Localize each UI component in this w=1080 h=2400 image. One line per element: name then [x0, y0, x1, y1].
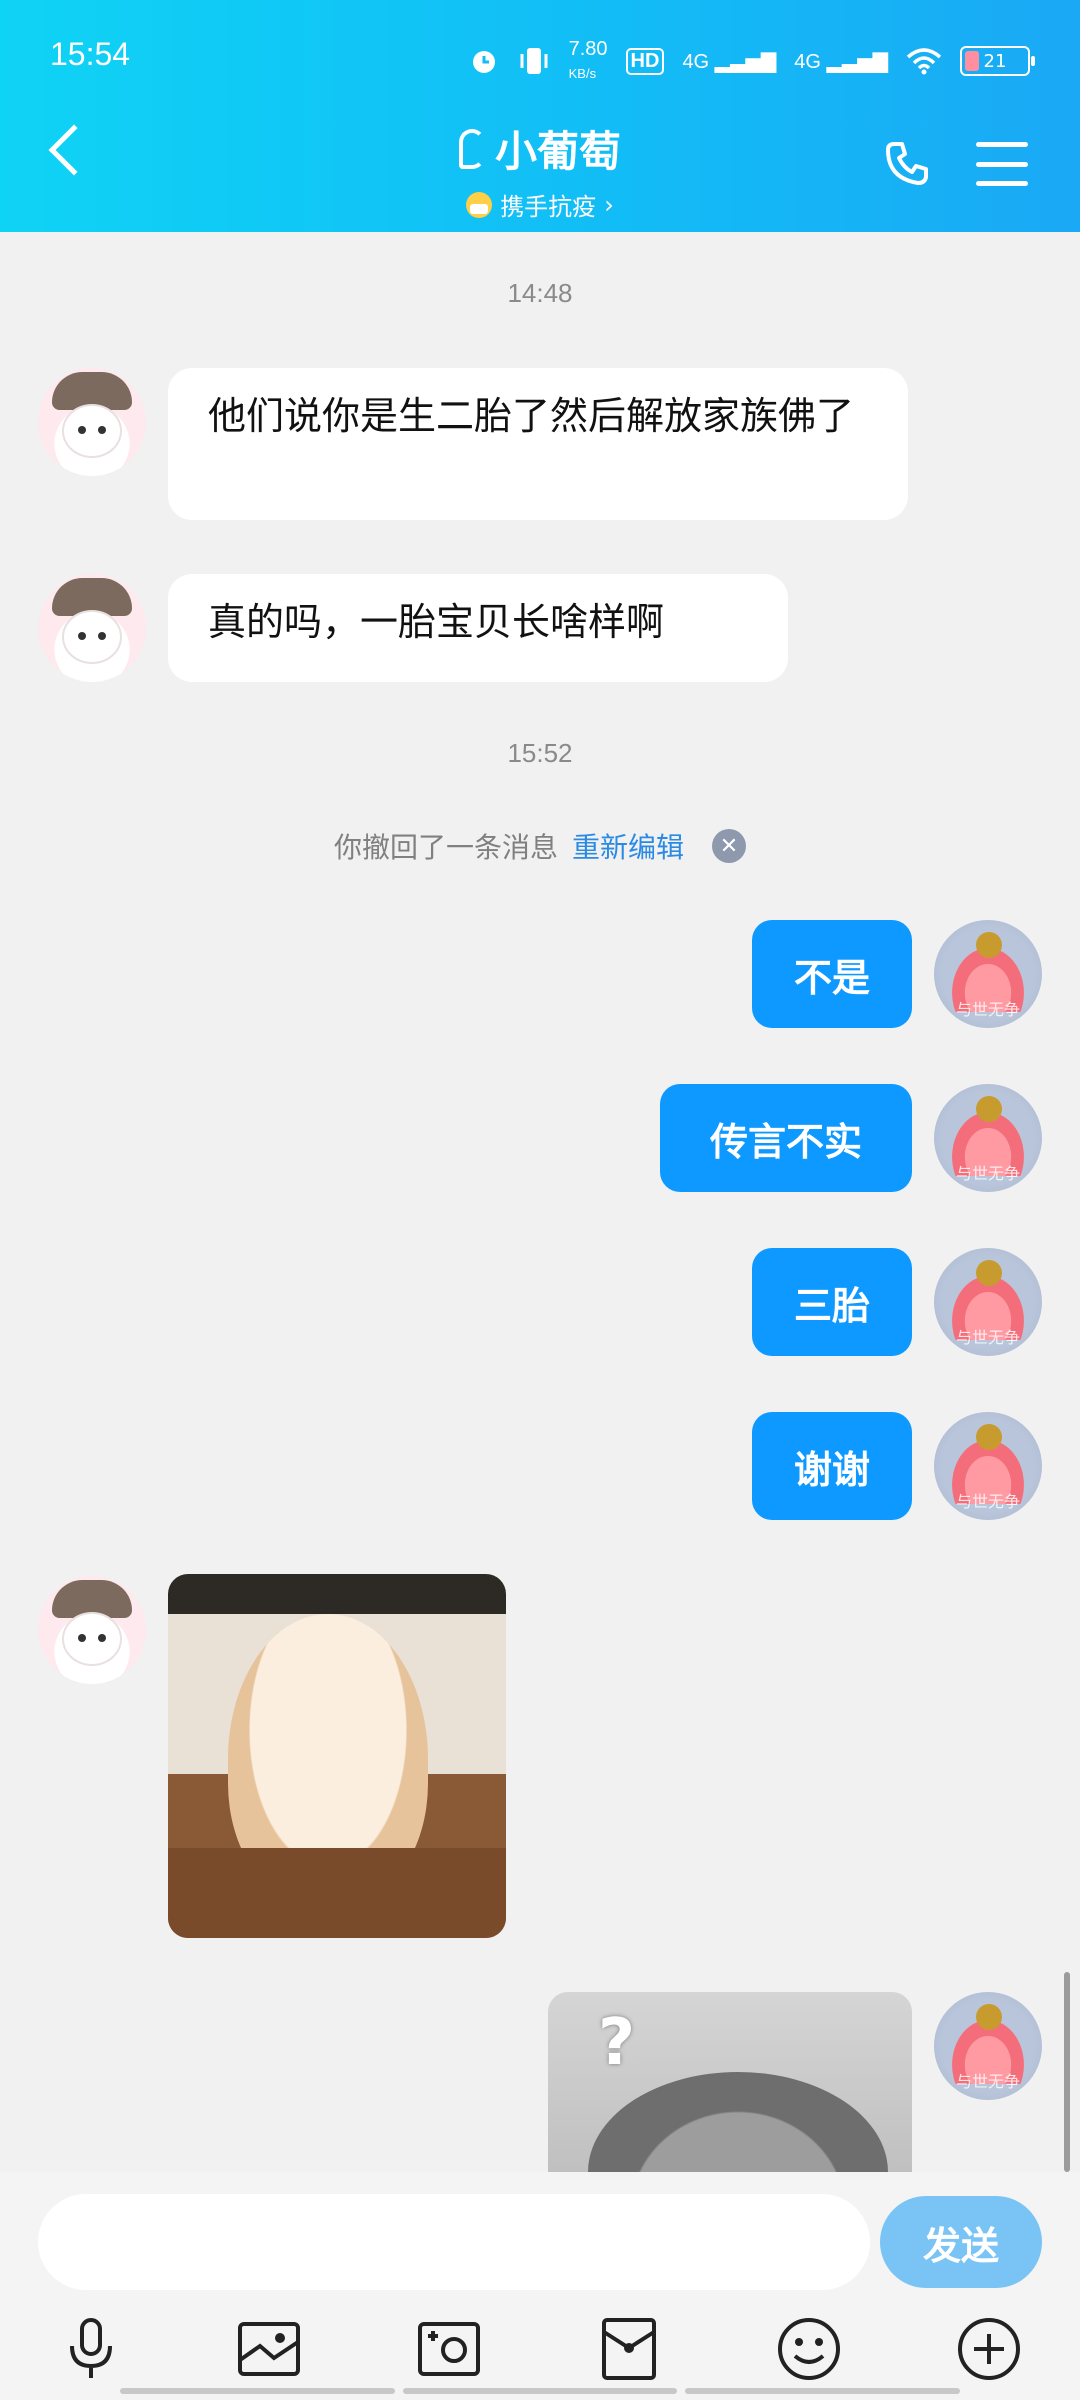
wifi-icon	[906, 48, 942, 75]
menu-icon[interactable]	[976, 142, 1028, 186]
outgoing-message[interactable]: 不是	[752, 920, 912, 1028]
my-avatar[interactable]: 与世无争	[934, 1084, 1042, 1192]
chevron-right-icon: ›	[604, 190, 614, 219]
my-avatar[interactable]: 与世无争	[934, 1248, 1042, 1356]
battery-indicator: 21	[960, 46, 1035, 76]
cat-sticker-image[interactable]: ?	[548, 1992, 912, 2172]
chat-header: 15:54 7.80 KB/s HD 4G ▂▃▅▇ 4G ▂▃▅▇ 21 小葡萄…	[0, 0, 1080, 232]
incoming-message[interactable]: 他们说你是生二胎了然后解放家族佛了	[168, 368, 908, 520]
camera-icon[interactable]	[414, 2314, 484, 2384]
contact-avatar[interactable]	[38, 1576, 146, 1684]
mask-emoji-icon	[466, 191, 493, 218]
contact-avatar[interactable]	[38, 574, 146, 682]
my-avatar[interactable]: 与世无争	[934, 920, 1042, 1028]
signal-1: 4G ▂▃▅▇	[682, 50, 777, 73]
cat-sticker-image[interactable]	[168, 1574, 506, 1938]
emoji-icon[interactable]	[774, 2314, 844, 2384]
timestamp: 14:48	[507, 278, 573, 308]
outgoing-message[interactable]: 三胎	[752, 1248, 912, 1356]
alarm-icon	[472, 51, 495, 73]
scrollbar[interactable]	[1064, 1972, 1070, 2172]
recall-notice: 你撤回了一条消息 重新编辑 ✕	[0, 826, 1080, 866]
gesture-bar	[120, 2388, 961, 2394]
contact-avatar[interactable]	[38, 368, 146, 476]
timestamp: 15:52	[507, 738, 573, 768]
picture-icon[interactable]	[234, 2314, 304, 2384]
input-area: 发送	[0, 2172, 1080, 2400]
microphone-icon[interactable]	[56, 2314, 126, 2384]
plus-icon[interactable]	[954, 2314, 1024, 2384]
status-tag-text: 携手抗疫	[500, 193, 597, 221]
status-time: 15:54	[50, 36, 131, 72]
vibrate-icon	[520, 48, 548, 74]
my-avatar[interactable]: 与世无争	[934, 1412, 1042, 1520]
contact-name: 小葡萄	[494, 127, 621, 176]
recall-text: 你撤回了一条消息	[333, 831, 558, 864]
outgoing-message[interactable]: 谢谢	[752, 1412, 912, 1520]
my-avatar[interactable]: 与世无争	[934, 1992, 1042, 2100]
close-icon[interactable]: ✕	[712, 829, 747, 863]
status-tag[interactable]: 携手抗疫 ›	[466, 187, 614, 222]
incoming-message[interactable]: 真的吗，一胎宝贝长啥样啊	[168, 574, 788, 682]
re-edit-link[interactable]: 重新编辑	[572, 826, 684, 866]
red-packet-icon[interactable]	[594, 2314, 664, 2384]
outgoing-message[interactable]: 传言不实	[660, 1084, 912, 1192]
status-icons: 7.80 KB/s HD 4G ▂▃▅▇ 4G ▂▃▅▇ 21	[469, 38, 1035, 84]
signal-2: 4G ▂▃▅▇	[794, 50, 888, 73]
send-button[interactable]: 发送	[880, 2196, 1042, 2288]
hd-badge: HD	[625, 47, 665, 75]
earpiece-mode-icon	[458, 128, 485, 169]
phone-call-icon[interactable]	[882, 138, 932, 188]
message-input[interactable]	[38, 2194, 870, 2290]
network-speed: 7.80 KB/s	[568, 38, 608, 81]
input-toolbar	[0, 2304, 1080, 2400]
